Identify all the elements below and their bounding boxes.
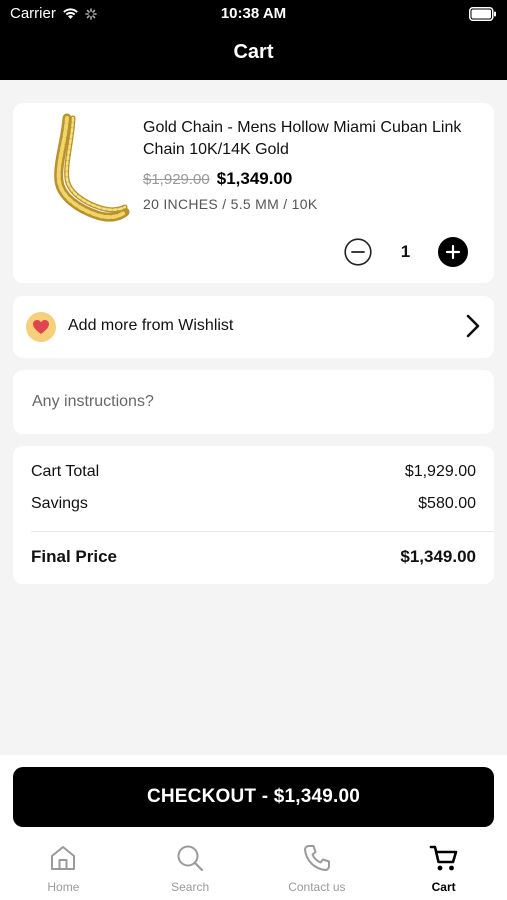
product-variant: 20 INCHES / 5.5 MM / 10K (143, 196, 318, 212)
clock: 10:38 AM (220, 5, 287, 22)
phone-icon (303, 845, 330, 871)
tab-home[interactable]: Home (0, 840, 127, 900)
final-price-value: $1,349.00 (400, 547, 476, 566)
increase-quantity-button[interactable] (438, 237, 468, 267)
cart-total-label: Cart Total (31, 463, 100, 480)
final-price-row: Final Price $1,349.00 (31, 547, 476, 567)
sale-price: $1,349.00 (216, 169, 293, 188)
tab-cart[interactable]: Cart (380, 840, 507, 900)
page-title: Cart (233, 41, 274, 63)
heart-badge (26, 312, 56, 342)
nav-bar: Cart (0, 28, 507, 80)
savings-value: $580.00 (418, 495, 476, 512)
cart-total-row: Cart Total $1,929.00 (31, 463, 476, 481)
cart-total-value: $1,929.00 (404, 463, 476, 480)
status-bar: Carrier 10:38 AM (0, 0, 507, 28)
savings-row: Savings $580.00 (31, 495, 476, 513)
quantity-value: 1 (400, 242, 411, 261)
decrease-quantity-button[interactable] (343, 237, 373, 267)
cart-item-card: Gold Chain - Mens Hollow Miami Cuban Lin… (13, 103, 494, 283)
heart-icon (33, 320, 49, 334)
tab-home-label: Home (47, 880, 80, 894)
tab-bar: Home Search Contact us Cart (0, 840, 507, 900)
minus-circle-icon (344, 238, 372, 266)
checkout-button[interactable]: CHECKOUT - $1,349.00 (13, 767, 494, 827)
chevron-right-icon (466, 314, 480, 338)
product-image[interactable] (35, 113, 135, 223)
tab-contact-label: Contact us (288, 880, 346, 894)
savings-label: Savings (31, 495, 88, 512)
plus-circle-icon (438, 237, 468, 267)
instructions-input[interactable] (13, 370, 494, 434)
home-icon (51, 846, 76, 870)
price-summary: Cart Total $1,929.00 Savings $580.00 Fin… (13, 446, 494, 584)
divider (31, 531, 494, 532)
price-row: $1,929.00 $1,349.00 (143, 169, 292, 189)
wishlist-label: Add more from Wishlist (68, 317, 234, 334)
original-price: $1,929.00 (143, 171, 210, 188)
wishlist-row[interactable]: Add more from Wishlist (13, 296, 494, 358)
product-name[interactable]: Gold Chain - Mens Hollow Miami Cuban Lin… (143, 117, 473, 161)
tab-cart-label: Cart (431, 880, 456, 894)
quantity-stepper: 1 (343, 237, 468, 267)
tab-search[interactable]: Search (127, 840, 254, 900)
tab-search-label: Search (171, 880, 210, 894)
tab-contact[interactable]: Contact us (254, 840, 381, 900)
battery-icon (469, 7, 496, 21)
instructions-card (13, 370, 494, 434)
search-icon (177, 845, 204, 872)
final-price-label: Final Price (31, 547, 117, 566)
cart-icon (429, 845, 457, 871)
